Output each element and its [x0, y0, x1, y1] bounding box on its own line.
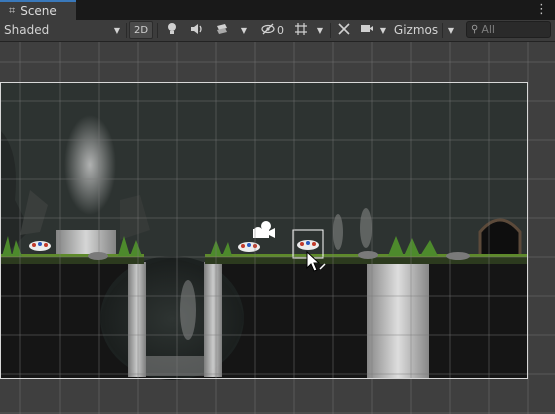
- search-icon: ⚲: [471, 24, 479, 35]
- tools-toggle[interactable]: [333, 21, 355, 39]
- scene-canvas[interactable]: [0, 42, 555, 414]
- chevron-down-icon: ▼: [447, 25, 455, 35]
- divider: [157, 23, 158, 38]
- camera-icon: [360, 23, 374, 37]
- hidden-count: 0: [277, 23, 284, 37]
- tab-bar: ⌗ Scene ⋮: [0, 0, 555, 20]
- mist-glow: [64, 115, 116, 215]
- effects-icon: [215, 23, 229, 38]
- ground-mass: [0, 262, 528, 379]
- flower-prop[interactable]: [238, 242, 260, 252]
- grid-dropdown[interactable]: ▼: [313, 21, 327, 39]
- tab-scene[interactable]: ⌗ Scene: [0, 0, 76, 20]
- scene-toolbar: Shaded ▼ 2D ▼ 0 ▼ ▼ Gizmos ▼ ⚲ All: [0, 20, 555, 42]
- gizmos-label: Gizmos: [393, 23, 439, 37]
- shading-mode-dropdown[interactable]: Shaded ▼: [4, 21, 122, 39]
- grid-snap-toggle[interactable]: [291, 21, 311, 39]
- camera-settings-button[interactable]: [357, 21, 377, 39]
- chevron-down-icon: ▼: [113, 25, 120, 35]
- lighting-toggle[interactable]: [161, 21, 183, 39]
- chevron-down-icon: ▼: [316, 25, 324, 35]
- gizmos-button[interactable]: Gizmos: [392, 21, 440, 39]
- waterfall: [128, 262, 146, 377]
- search-field[interactable]: ⚲: [466, 21, 551, 38]
- effects-dropdown[interactable]: ▼: [236, 21, 252, 39]
- shading-mode-label: Shaded: [4, 23, 50, 37]
- divider: [442, 23, 443, 38]
- stones: [358, 251, 378, 259]
- divider: [126, 23, 127, 38]
- visibility-icon: [260, 23, 276, 38]
- gizmos-dropdown[interactable]: ▼: [444, 21, 458, 39]
- lightbulb-icon: [166, 22, 178, 39]
- grid-icon: ⌗: [9, 4, 16, 17]
- camera-dropdown[interactable]: ▼: [377, 21, 389, 39]
- waterfall: [367, 262, 429, 379]
- waterfall: [204, 262, 222, 377]
- kebab-icon[interactable]: ⋮: [535, 2, 548, 17]
- chevron-down-icon: ▼: [379, 25, 387, 35]
- scene-viewport[interactable]: [0, 42, 555, 414]
- divider: [330, 23, 331, 38]
- tab-scene-label: Scene: [20, 4, 57, 18]
- audio-icon: [190, 23, 204, 38]
- grid-snap-icon: [294, 22, 308, 39]
- mode-2d-label: 2D: [133, 24, 149, 36]
- mode-2d-button[interactable]: 2D: [129, 21, 153, 39]
- search-input[interactable]: [481, 23, 542, 36]
- effects-toggle[interactable]: [211, 21, 233, 39]
- tools-icon: [337, 22, 351, 39]
- flower-prop[interactable]: [29, 241, 51, 251]
- chevron-down-icon: ▼: [240, 25, 248, 35]
- stones: [88, 252, 108, 260]
- hidden-objects-toggle[interactable]: 0: [256, 21, 288, 39]
- audio-toggle[interactable]: [186, 21, 208, 39]
